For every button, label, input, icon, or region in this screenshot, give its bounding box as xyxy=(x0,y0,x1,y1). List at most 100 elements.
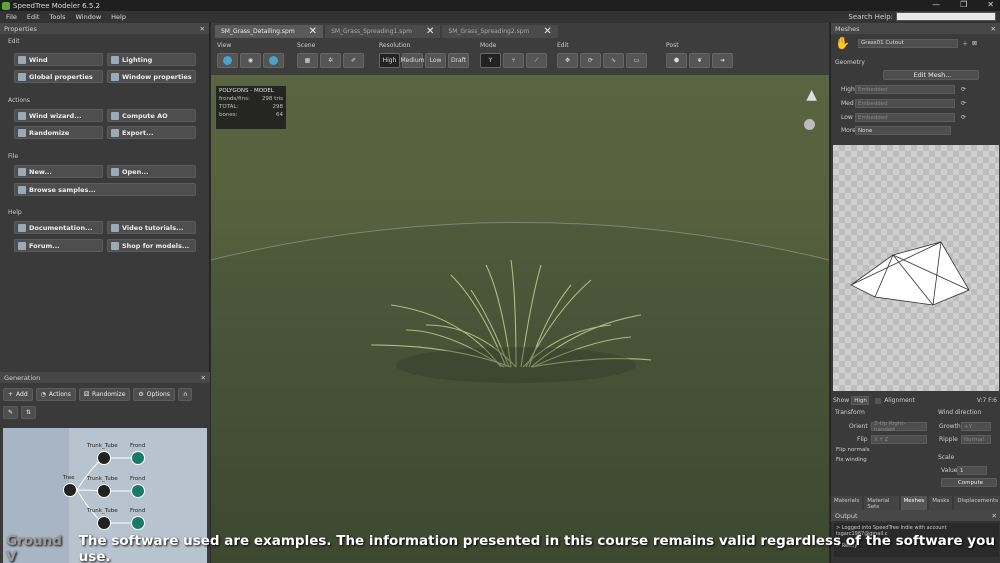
scene-paint-button[interactable]: ✐ xyxy=(343,53,364,68)
frond-node[interactable] xyxy=(131,451,145,465)
mesh-select[interactable]: Grass01 Cutout xyxy=(857,38,958,48)
lighting-button[interactable]: Lighting xyxy=(107,53,196,66)
actions-button[interactable]: ◔ Actions xyxy=(35,388,76,401)
documentation-button[interactable]: Documentation... xyxy=(14,221,103,234)
folder-icon xyxy=(111,167,119,176)
mesh-add-icon[interactable]: ＋ xyxy=(962,39,968,48)
eraser-icon: ▭ xyxy=(633,57,640,64)
show-select[interactable]: High xyxy=(851,396,870,405)
lod-low-row: Low Embedded ⟳ xyxy=(841,113,967,122)
resolution-high-button[interactable]: High xyxy=(379,53,400,68)
scale-value-field[interactable]: 1 xyxy=(957,466,987,475)
edit-rotate-button[interactable]: ⟳ xyxy=(580,53,601,68)
panel-close-icon[interactable]: ✕ xyxy=(201,374,206,382)
hand-icon[interactable]: ✋ xyxy=(835,36,850,50)
menu-help[interactable]: Help xyxy=(111,13,126,21)
tab-grass-spreading1[interactable]: SM_Grass_Spreading1.spm ✕ xyxy=(325,25,441,38)
light-sphere-icon[interactable] xyxy=(804,119,815,130)
menu-window[interactable]: Window xyxy=(76,13,102,21)
minimize-button[interactable]: — xyxy=(932,0,940,9)
flip-normals-label[interactable]: Flip normals xyxy=(836,447,870,453)
edit-eraser-button[interactable]: ▭ xyxy=(626,53,647,68)
panel-close-icon[interactable]: ✕ xyxy=(991,25,996,33)
edit-move-button[interactable]: ✥ xyxy=(557,53,578,68)
mode-generate-button[interactable]: Y xyxy=(480,53,501,68)
close-button[interactable]: ✕ xyxy=(987,0,994,9)
3d-viewport[interactable]: POLYGONS - MODEL fronds/fins: 298 tris TO… xyxy=(211,75,829,563)
ripple-select[interactable]: Normal xyxy=(961,435,991,444)
forum-button[interactable]: Forum... xyxy=(14,239,103,252)
shop-models-button[interactable]: Shop for models... xyxy=(107,239,196,252)
view-zoom-button[interactable] xyxy=(263,53,284,68)
trunk-tube-label: Trunk_Tube xyxy=(87,508,118,514)
tab-grass-spreading2[interactable]: SM_Grass_Spreading2.spm ✕ xyxy=(442,25,558,38)
mesh-delete-icon[interactable]: ⊠ xyxy=(972,40,977,47)
trunk-tube-node[interactable] xyxy=(97,484,111,498)
lod-low-field[interactable]: Embedded xyxy=(855,113,955,122)
add-node-button[interactable]: + Add xyxy=(3,388,33,401)
growth-select[interactable]: +Y xyxy=(961,422,991,431)
video-tutorials-button[interactable]: Video tutorials... xyxy=(107,221,196,234)
compute-button[interactable]: Compute xyxy=(941,478,997,487)
randomize-button[interactable]: Randomize xyxy=(14,126,103,139)
trunk-tube-node[interactable] xyxy=(97,516,111,530)
brush-button[interactable]: ✎ xyxy=(3,406,19,419)
magnet-button[interactable]: ∩ xyxy=(177,388,193,401)
mode-node-button[interactable]: ⑂ xyxy=(503,53,524,68)
close-tab-icon[interactable]: ✕ xyxy=(543,26,551,37)
frond-node[interactable] xyxy=(131,484,145,498)
flip-select[interactable]: X Y Z xyxy=(871,435,927,444)
lod-med-field[interactable]: Embedded xyxy=(855,99,955,108)
orient-select[interactable]: Z-Up Right-handed xyxy=(871,421,927,433)
close-tab-icon[interactable]: ✕ xyxy=(309,26,317,37)
maximize-button[interactable]: ❐ xyxy=(960,0,967,9)
search-help-input[interactable] xyxy=(896,12,996,21)
alignment-checkbox[interactable] xyxy=(875,397,882,404)
gen-randomize-button[interactable]: ⚄ Randomize xyxy=(78,388,131,401)
menu-tools[interactable]: Tools xyxy=(49,13,65,21)
refresh-icon[interactable]: ⟳ xyxy=(961,114,966,121)
global-properties-button[interactable]: Global properties xyxy=(14,70,103,83)
menu-file[interactable]: File xyxy=(6,13,17,21)
mesh-preview[interactable] xyxy=(833,145,999,391)
post-export-button[interactable]: ➜ xyxy=(712,53,733,68)
scene-forest-button[interactable]: ✲ xyxy=(320,53,341,68)
tree-node[interactable] xyxy=(63,483,77,497)
trunk-tube-node[interactable] xyxy=(97,451,111,465)
browse-samples-button[interactable]: Browse samples... xyxy=(14,183,196,196)
align-button[interactable]: ⇅ xyxy=(21,406,37,419)
resolution-medium-button[interactable]: Medium xyxy=(401,53,425,68)
wind-wizard-button[interactable]: Wind wizard... xyxy=(14,109,103,122)
open-button[interactable]: Open... xyxy=(107,165,196,178)
refresh-icon[interactable]: ⟳ xyxy=(961,86,966,93)
scene-group-label: Scene xyxy=(297,42,316,49)
resolution-low-button[interactable]: Low xyxy=(425,53,446,68)
panel-close-icon[interactable]: ✕ xyxy=(992,512,997,520)
frond-node[interactable] xyxy=(131,516,145,530)
wind-button[interactable]: Wind xyxy=(14,53,103,66)
new-button[interactable]: New... xyxy=(14,165,103,178)
close-tab-icon[interactable]: ✕ xyxy=(426,26,434,37)
menu-edit[interactable]: Edit xyxy=(27,13,40,21)
post-hex-button[interactable]: ⬢ xyxy=(666,53,687,68)
mode-spine-button[interactable]: ⟋ xyxy=(526,53,547,68)
refresh-icon[interactable]: ⟳ xyxy=(961,100,966,107)
edit-mesh-button[interactable]: Edit Mesh... xyxy=(883,70,979,80)
lod-high-field[interactable]: Embedded xyxy=(855,85,955,94)
edit-curve-button[interactable]: ∿ xyxy=(603,53,624,68)
panel-close-icon[interactable]: ✕ xyxy=(200,25,205,33)
view-eye-button[interactable]: ◉ xyxy=(240,53,261,68)
window-properties-button[interactable]: Window properties xyxy=(107,70,196,83)
compute-ao-button[interactable]: Compute AO xyxy=(107,109,196,122)
view-perspective-button[interactable] xyxy=(217,53,238,68)
more-select[interactable]: None xyxy=(855,126,951,135)
options-button[interactable]: ⚙ Options xyxy=(133,388,175,401)
fix-winding-label[interactable]: Fix winding xyxy=(836,457,867,463)
eye-icon: ◉ xyxy=(247,57,254,64)
export-button[interactable]: Export... xyxy=(107,126,196,139)
light-cone-icon[interactable]: ▲ xyxy=(806,87,817,103)
post-leaf-button[interactable]: ❦ xyxy=(689,53,710,68)
resolution-draft-button[interactable]: Draft xyxy=(448,53,469,68)
scene-grid-button[interactable]: ▦ xyxy=(297,53,318,68)
tab-grass-detailing[interactable]: SM_Grass_Detailing.spm ✕ xyxy=(215,25,324,38)
